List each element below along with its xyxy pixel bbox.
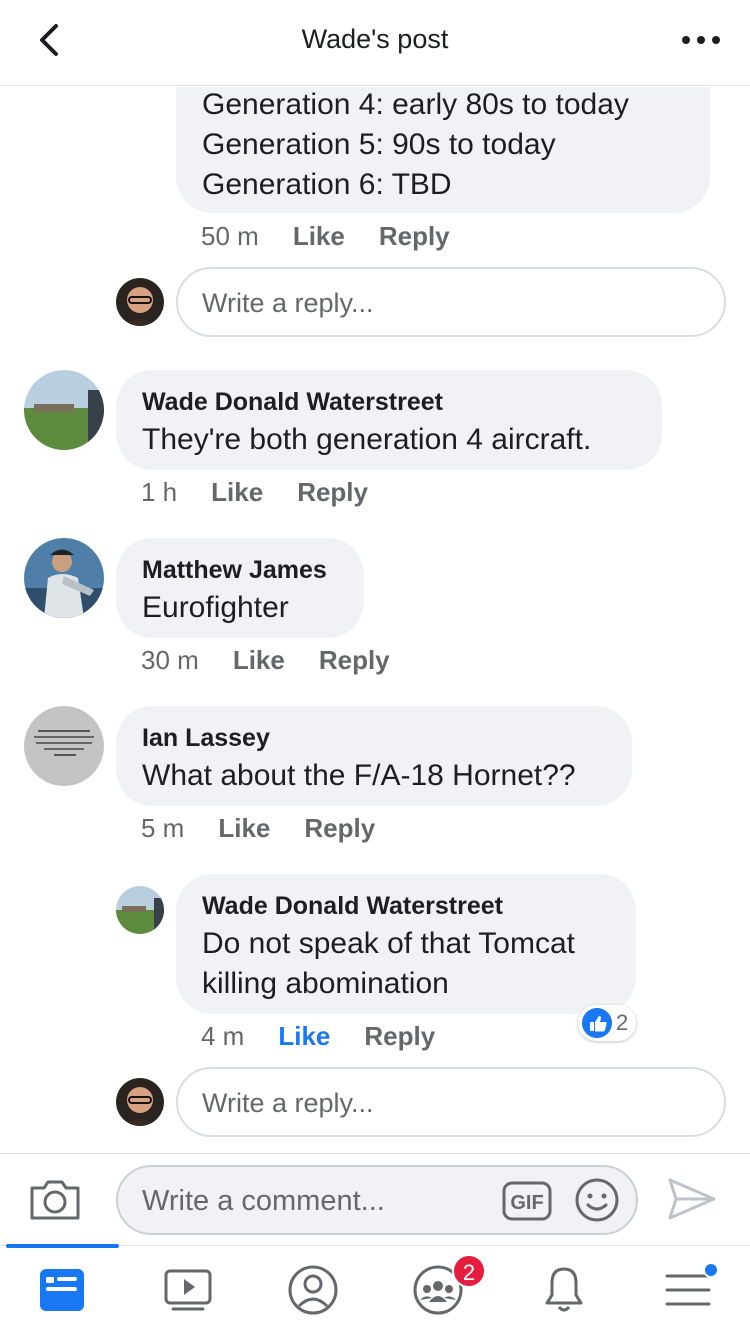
news-feed-icon	[40, 1269, 84, 1311]
reply-button[interactable]: Reply	[304, 813, 375, 844]
commenter-name[interactable]: Wade Donald Waterstreet	[202, 892, 503, 921]
comment-time: 5 m	[141, 813, 185, 843]
tab-watch[interactable]	[158, 1262, 218, 1318]
like-button[interactable]: Like	[293, 221, 345, 252]
gif-label: GIF	[510, 1192, 543, 1214]
gif-icon[interactable]: GIF	[502, 1179, 552, 1228]
reply-bubble: Wade Donald Waterstreet Do not speak of …	[176, 874, 636, 1014]
comment-time: 1 h	[141, 477, 178, 507]
commenter-name[interactable]: Matthew James	[142, 556, 327, 585]
bell-icon	[545, 1267, 583, 1312]
comment-bubble: Matthew James Eurofighter	[116, 538, 364, 638]
like-button[interactable]: Like	[278, 1021, 330, 1052]
reply-button[interactable]: Reply	[319, 645, 390, 676]
reply-placeholder: Write a reply...	[202, 288, 374, 318]
reply-button[interactable]: Reply	[364, 1021, 435, 1052]
reply-time: 4 m	[201, 1021, 245, 1051]
commenter-name[interactable]: Ian Lassey	[142, 724, 270, 753]
comment-text-line: Generation 6: TBD	[202, 168, 452, 201]
like-button[interactable]: Like	[211, 477, 263, 508]
reaction-summary[interactable]: 2	[578, 1005, 637, 1041]
watch-icon	[164, 1269, 212, 1311]
comment-meta: 5 m Like Reply	[141, 813, 409, 844]
menu-icon	[665, 1274, 711, 1306]
emoji-icon[interactable]	[574, 1177, 620, 1228]
camera-icon[interactable]	[28, 1176, 82, 1227]
comment-composer: Write a comment... GIF	[0, 1153, 750, 1245]
tab-news-feed[interactable]	[32, 1262, 92, 1318]
reply-text-line: Do not speak of that Tomcat	[202, 927, 575, 960]
reply-button[interactable]: Reply	[297, 477, 368, 508]
user-avatar	[116, 278, 164, 326]
like-button[interactable]: Like	[218, 813, 270, 844]
comment-meta: 30 m Like Reply	[141, 645, 424, 676]
like-button[interactable]: Like	[233, 645, 285, 676]
reply-text-line: killing abomination	[202, 967, 449, 1000]
reply-button[interactable]: Reply	[379, 221, 450, 252]
reply-input[interactable]: Write a reply...	[176, 267, 726, 337]
reply-placeholder: Write a reply...	[202, 1088, 374, 1118]
commenter-avatar[interactable]	[24, 370, 104, 450]
comment-time: 30 m	[141, 645, 199, 675]
comment-text-line: Generation 4: early 80s to today	[202, 88, 629, 121]
top-bar: Wade's post	[0, 0, 750, 86]
tab-profile[interactable]	[283, 1262, 343, 1318]
like-reaction-icon	[582, 1008, 612, 1038]
page-title: Wade's post	[301, 24, 449, 54]
comment-placeholder: Write a comment...	[142, 1185, 385, 1217]
comment-text: What about the F/A-18 Hornet??	[142, 759, 576, 792]
comment-text: They're both generation 4 aircraft.	[142, 423, 592, 456]
commenter-name[interactable]: Wade Donald Waterstreet	[142, 388, 443, 417]
reply-input[interactable]: Write a reply...	[176, 1067, 726, 1137]
comment-text-line: Generation 5: 90s to today	[202, 128, 556, 161]
reply-meta: 4 m Like Reply	[201, 1021, 469, 1052]
active-tab-indicator	[6, 1244, 119, 1248]
commenter-avatar[interactable]	[24, 538, 104, 618]
comment-bubble: Generation 4: early 80s to today Generat…	[176, 87, 710, 213]
comment-input[interactable]: Write a comment... GIF	[116, 1165, 638, 1235]
comment-text: Eurofighter	[142, 591, 289, 624]
comment-time: 50 m	[201, 221, 259, 251]
send-icon[interactable]	[666, 1176, 718, 1227]
tab-notifications[interactable]	[534, 1262, 594, 1318]
groups-notification-badge: 2	[452, 1254, 486, 1288]
comments-feed[interactable]: Generation 4: early 80s to today Generat…	[0, 87, 750, 1153]
more-options-icon[interactable]	[678, 22, 724, 58]
comment-meta: 50 m Like Reply	[201, 221, 484, 252]
comment-bubble: Wade Donald Waterstreet They're both gen…	[116, 370, 662, 470]
commenter-avatar[interactable]	[116, 886, 164, 934]
reaction-count: 2	[616, 1010, 629, 1035]
commenter-avatar[interactable]	[24, 706, 104, 786]
comment-meta: 1 h Like Reply	[141, 477, 402, 508]
comment-bubble: Ian Lassey What about the F/A-18 Hornet?…	[116, 706, 632, 806]
bottom-tab-bar: 2	[0, 1244, 750, 1334]
menu-notification-dot	[703, 1262, 719, 1278]
profile-icon	[288, 1265, 338, 1315]
user-avatar	[116, 1078, 164, 1126]
